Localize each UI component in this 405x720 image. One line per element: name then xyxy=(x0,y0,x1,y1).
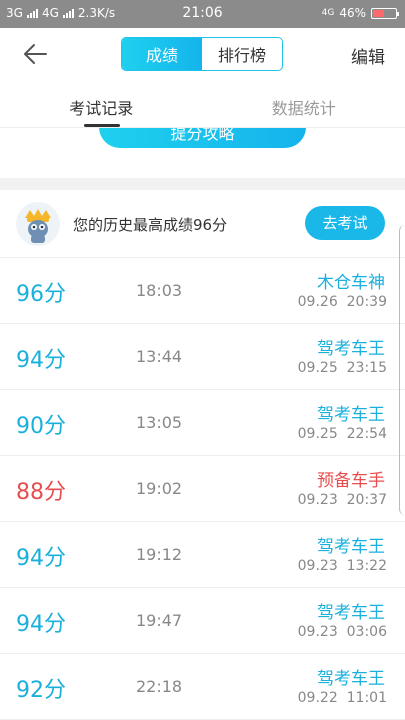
record-score: 94分 xyxy=(16,546,66,571)
record-row[interactable]: 92分 22:18 驾考车王 09.22 11:01 xyxy=(0,654,405,720)
record-row[interactable]: 94分 19:12 驾考车王 09.23 13:22 xyxy=(0,522,405,588)
record-row[interactable]: 88分 19:02 预备车手 09.23 20:37 xyxy=(0,456,405,522)
record-rank-title: 驾考车王 xyxy=(317,669,385,689)
record-duration: 13:05 xyxy=(136,413,183,432)
segment-control: 成绩 排行榜 xyxy=(121,37,283,71)
record-time: 23:15 xyxy=(346,360,387,376)
best-score-banner: 您的历史最高成绩96分 去考试 xyxy=(0,190,405,258)
battery-icon xyxy=(371,7,399,19)
tab-bar: 考试记录 数据统计 xyxy=(0,80,405,128)
record-date: 09.25 xyxy=(297,426,338,442)
status-bar: 3G 4G 2.3K/s 21:06 4G 46% xyxy=(0,0,405,28)
record-time: 13:22 xyxy=(346,558,387,574)
record-row[interactable]: 94分 13:44 驾考车王 09.25 23:15 xyxy=(0,324,405,390)
record-duration: 19:02 xyxy=(136,479,183,498)
record-score: 96分 xyxy=(16,282,66,307)
tab-exam-records[interactable]: 考试记录 xyxy=(0,80,203,127)
go-exam-button[interactable]: 去考试 xyxy=(305,206,385,240)
best-score-text: 您的历史最高成绩96分 xyxy=(73,216,228,234)
record-rank-title: 预备车手 xyxy=(317,471,385,491)
record-datetime: 09.25 22:54 xyxy=(298,426,387,442)
record-datetime: 09.26 20:39 xyxy=(298,294,387,310)
record-time: 20:39 xyxy=(346,294,387,310)
section-gap xyxy=(0,178,405,190)
record-duration: 19:47 xyxy=(136,611,183,630)
record-list: 96分 18:03 木仓车神 09.26 20:39 94分 13:44 驾考车王 09.25… xyxy=(0,258,405,720)
records-scroll-area[interactable]: 提分攻略 您的历史最高成绩96分 去考试 96分 18:03 木仓车神 09.26 2… xyxy=(0,128,405,720)
header: 成绩 排行榜 编辑 xyxy=(0,28,405,80)
record-rank-title: 驾考车王 xyxy=(317,405,385,425)
record-rank-title: 驾考车王 xyxy=(317,603,385,623)
record-duration: 19:12 xyxy=(136,545,183,564)
mascot-icon xyxy=(16,202,60,246)
edit-button[interactable]: 编辑 xyxy=(351,43,385,68)
record-rank-title: 驾考车王 xyxy=(317,339,385,359)
segment-leaderboard[interactable]: 排行榜 xyxy=(202,38,282,70)
strategy-button[interactable]: 提分攻略 xyxy=(99,128,306,148)
record-datetime: 09.25 23:15 xyxy=(298,360,387,376)
record-date: 09.23 xyxy=(297,492,338,508)
record-score: 94分 xyxy=(16,612,66,637)
network-type-right: 4G xyxy=(321,8,335,18)
record-duration: 22:18 xyxy=(136,677,183,696)
record-date: 09.22 xyxy=(297,690,338,706)
record-date: 09.23 xyxy=(297,624,338,640)
record-rank-title: 驾考车王 xyxy=(317,537,385,557)
record-date: 09.23 xyxy=(297,558,338,574)
segment-score[interactable]: 成绩 xyxy=(122,38,202,70)
record-row[interactable]: 90分 13:05 驾考车王 09.25 22:54 xyxy=(0,390,405,456)
record-rank-title: 木仓车神 xyxy=(317,273,385,293)
record-score: 88分 xyxy=(16,480,66,505)
record-duration: 18:03 xyxy=(136,281,183,300)
record-datetime: 09.22 11:01 xyxy=(298,690,387,706)
record-duration: 13:44 xyxy=(136,347,183,366)
record-time: 11:01 xyxy=(346,690,387,706)
status-right: 4G 46% xyxy=(321,6,399,20)
mascot-avatar xyxy=(16,202,60,246)
record-row[interactable]: 94分 19:47 驾考车王 09.23 03:06 xyxy=(0,588,405,654)
record-time: 03:06 xyxy=(346,624,387,640)
tab-indicator xyxy=(84,124,120,127)
record-score: 92分 xyxy=(16,678,66,703)
record-datetime: 09.23 20:37 xyxy=(298,492,387,508)
battery-percent: 46% xyxy=(339,6,366,20)
record-score: 90分 xyxy=(16,414,66,439)
edge-scroll-handle[interactable] xyxy=(399,225,405,515)
record-datetime: 09.23 03:06 xyxy=(298,624,387,640)
record-date: 09.26 xyxy=(297,294,338,310)
record-date: 09.25 xyxy=(297,360,338,376)
record-row[interactable]: 96分 18:03 木仓车神 09.26 20:39 xyxy=(0,258,405,324)
record-datetime: 09.23 13:22 xyxy=(298,558,387,574)
tab-statistics[interactable]: 数据统计 xyxy=(203,80,405,127)
record-time: 22:54 xyxy=(346,426,387,442)
back-arrow-icon[interactable] xyxy=(20,40,50,68)
record-score: 94分 xyxy=(16,348,66,373)
record-time: 20:37 xyxy=(346,492,387,508)
